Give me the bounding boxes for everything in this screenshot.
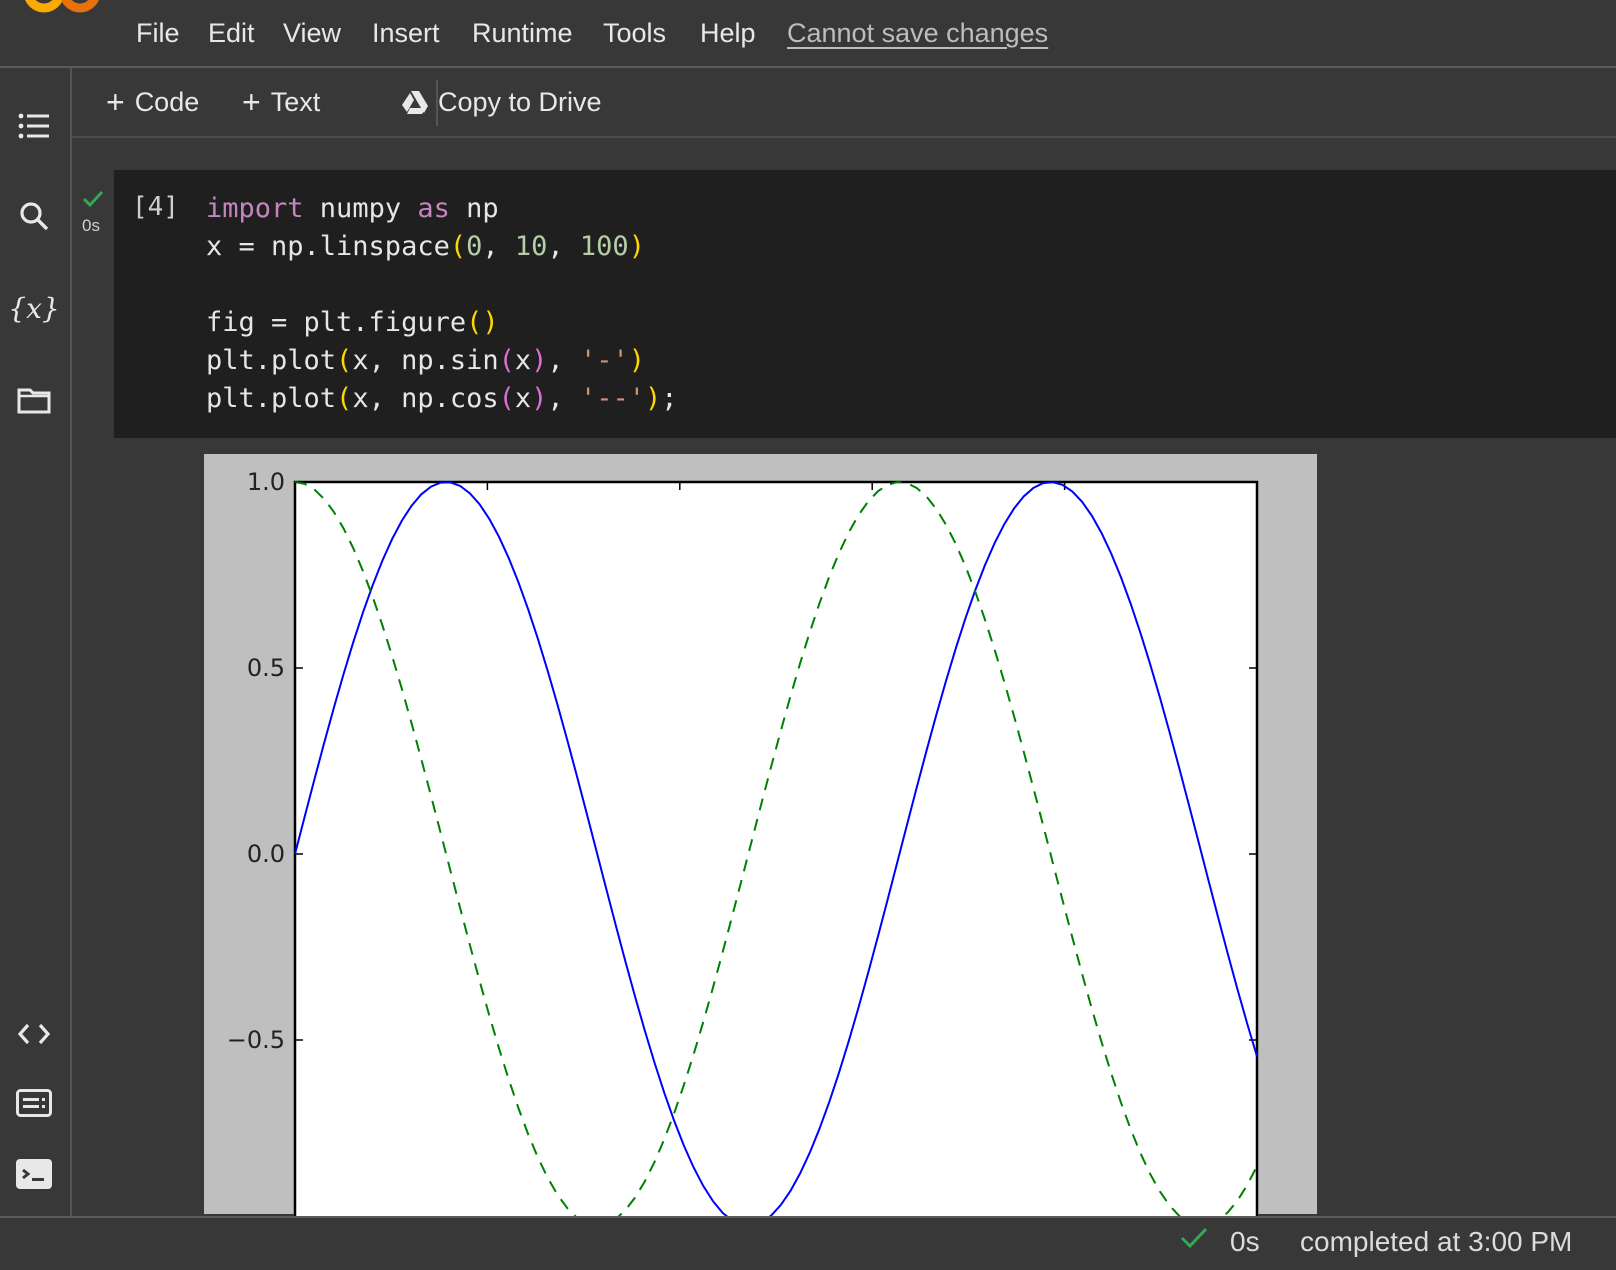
command-palette-icon[interactable] <box>14 1083 54 1123</box>
variables-icon[interactable]: {x} <box>8 288 59 328</box>
cell-run-time: 0s <box>82 216 100 235</box>
menu-bar: File Edit View Insert Runtime Tools Help… <box>0 0 1616 68</box>
line-chart: 1.0 0.5 0.0 −0.5 <box>227 468 1259 1216</box>
cell-run-status[interactable]: 0s <box>72 170 112 250</box>
plot-area <box>293 480 1259 1216</box>
plus-icon: + <box>106 83 125 120</box>
status-duration: 0s <box>1230 1226 1260 1257</box>
google-drive-icon <box>402 91 428 114</box>
execution-count: [4] <box>132 192 179 222</box>
menu-help[interactable]: Help <box>700 18 756 49</box>
left-sidebar: {x} <box>0 68 72 1218</box>
table-of-contents-icon[interactable] <box>14 106 54 146</box>
code-editor[interactable]: import numpy as np x = np.linspace(0, 10… <box>206 190 678 418</box>
add-text-button[interactable]: + Text <box>242 82 320 122</box>
files-icon[interactable] <box>14 380 54 420</box>
menu-file[interactable]: File <box>136 18 180 49</box>
search-icon[interactable] <box>14 196 54 236</box>
menu-runtime[interactable]: Runtime <box>472 18 573 49</box>
add-text-label: Text <box>270 86 321 117</box>
copy-to-drive-label: Copy to Drive <box>438 86 602 117</box>
add-code-button[interactable]: + Code <box>106 82 199 122</box>
copy-to-drive-button[interactable]: Copy to Drive <box>402 82 602 122</box>
menu-insert[interactable]: Insert <box>372 18 440 49</box>
y-tick-label: 1.0 <box>247 468 285 496</box>
terminal-icon[interactable] <box>14 1154 54 1194</box>
colab-logo[interactable] <box>22 0 104 22</box>
code-snippets-icon[interactable] <box>14 1014 54 1054</box>
menu-view[interactable]: View <box>283 18 341 49</box>
cannot-save-changes-link[interactable]: Cannot save changes <box>787 18 1048 49</box>
menu-edit[interactable]: Edit <box>208 18 255 49</box>
menu-tools[interactable]: Tools <box>603 18 666 49</box>
check-icon <box>1180 1227 1208 1249</box>
y-tick-label: 0.5 <box>247 654 285 682</box>
check-icon <box>82 190 104 208</box>
add-code-label: Code <box>134 86 200 117</box>
status-bar: 0s completed at 3:00 PM <box>0 1216 1616 1270</box>
notebook-toolbar: + Code + Text Copy to Drive <box>72 68 1616 138</box>
y-tick-label: −0.5 <box>227 1026 285 1054</box>
status-message[interactable]: completed at 3:00 PM <box>1300 1226 1572 1258</box>
y-tick-label: 0.0 <box>247 840 285 868</box>
plus-icon: + <box>242 83 261 120</box>
